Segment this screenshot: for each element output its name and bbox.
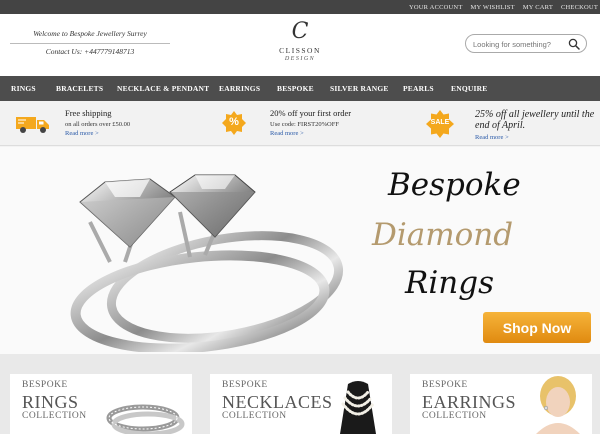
rings-collection-card[interactable]: BESPOKE RINGS COLLECTION <box>10 374 192 434</box>
main-nav: RINGS BRACELETS NECKLACE & PENDANT EARRI… <box>0 76 600 101</box>
top-utility-bar: YOUR ACCOUNT MY WISHLIST MY CART CHECKOU… <box>0 0 600 14</box>
logo[interactable]: C CLISSON DESIGN <box>270 18 330 72</box>
nav-item-earrings[interactable]: EARRINGS <box>219 76 260 101</box>
card-label-top: BESPOKE <box>22 380 68 390</box>
sale-badge: SALE <box>426 110 454 138</box>
search-input[interactable] <box>473 38 565 50</box>
nav-item-necklace-pendant[interactable]: NECKLACE & PENDANT <box>117 76 209 101</box>
logo-monogram: C <box>291 19 309 44</box>
hero-headline-line3: Rings <box>405 265 494 301</box>
logo-subtitle: DESIGN <box>284 56 316 62</box>
logo-name: CLISSON <box>279 46 321 55</box>
nav-item-enquire[interactable]: ENQUIRE <box>451 76 487 101</box>
my-cart-link[interactable]: MY CART <box>523 4 553 11</box>
diamond-rings-image <box>70 174 344 352</box>
hero-headline-line1: Bespoke <box>388 167 521 203</box>
divider <box>10 43 170 44</box>
sale-text: 25% off all jewellery until the end of A… <box>475 109 595 131</box>
collections-row: BESPOKE RINGS COLLECTION BESPOKE NECKLAC… <box>0 354 600 434</box>
shipping-title: Free shipping <box>65 108 112 118</box>
hero-headline-line2: Diamond <box>372 217 514 253</box>
discount-badge-label: % <box>229 116 239 128</box>
card-label-top: BESPOKE <box>422 380 468 390</box>
delivery-truck-icon <box>16 117 49 133</box>
discount-badge: % <box>222 111 246 135</box>
sale-read-more-link[interactable]: Read more > <box>475 134 509 141</box>
wedding-bands-image <box>106 404 185 434</box>
discount-code: Use code: FIRST20%OFF <box>270 121 339 128</box>
earrings-collection-card[interactable]: BESPOKE EARRINGS COLLECTION <box>410 374 592 434</box>
card-label-bottom: COLLECTION <box>22 411 87 421</box>
nav-item-pearls[interactable]: PEARLS <box>403 76 434 101</box>
account-links: YOUR ACCOUNT MY WISHLIST MY CART CHECKOU… <box>409 0 600 14</box>
card-label-bottom: COLLECTION <box>222 411 287 421</box>
nav-item-rings[interactable]: RINGS <box>11 76 36 101</box>
nav-item-bracelets[interactable]: BRACELETS <box>56 76 103 101</box>
card-label-main: NECKLACES <box>222 392 333 412</box>
woman-with-earrings-image <box>536 376 580 434</box>
site-header: Welcome to Bespoke Jewellery Surrey Cont… <box>0 14 600 76</box>
my-wishlist-link[interactable]: MY WISHLIST <box>471 4 515 11</box>
pearl-necklace-image <box>340 381 376 434</box>
card-label-main: EARRINGS <box>422 392 517 412</box>
contact-phone[interactable]: Contact Us: +447779148713 <box>10 47 170 56</box>
checkout-link[interactable]: CHECKOUT <box>561 4 598 11</box>
welcome-text: Welcome to Bespoke Jewellery Surrey <box>33 29 147 38</box>
shipping-subtitle: on all orders over £50.00 <box>65 121 131 128</box>
necklaces-collection-card[interactable]: BESPOKE NECKLACES COLLECTION <box>210 374 392 434</box>
hero-banner[interactable]: Bespoke Diamond Rings Shop Now <box>0 147 600 354</box>
sale-badge-label: SALE <box>430 119 450 126</box>
promo-bar: Free shipping on all orders over £50.00 … <box>0 101 600 146</box>
nav-item-silver-range[interactable]: SILVER RANGE <box>330 76 389 101</box>
shop-now-button[interactable]: Shop Now <box>483 312 591 343</box>
card-label-main: RINGS <box>22 392 79 412</box>
discount-title: 20% off your first order <box>270 108 352 118</box>
search-icon[interactable] <box>568 38 580 50</box>
card-label-top: BESPOKE <box>222 380 268 390</box>
nav-item-bespoke[interactable]: BESPOKE <box>277 76 314 101</box>
your-account-link[interactable]: YOUR ACCOUNT <box>409 4 463 11</box>
card-label-bottom: COLLECTION <box>422 411 487 421</box>
discount-read-more-link[interactable]: Read more > <box>270 130 304 137</box>
search-box <box>465 34 587 53</box>
shipping-read-more-link[interactable]: Read more > <box>65 130 99 137</box>
